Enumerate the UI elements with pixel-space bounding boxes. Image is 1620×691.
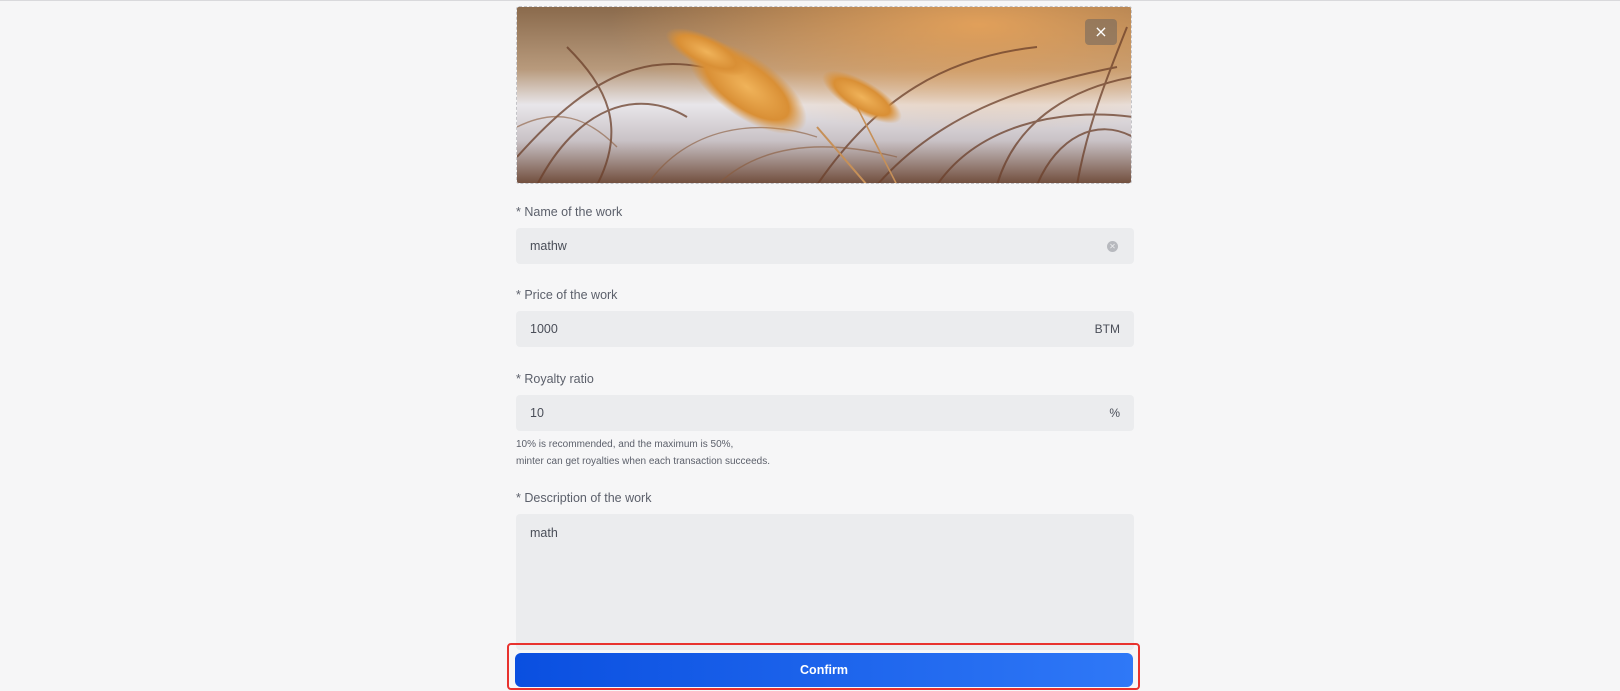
confirm-highlight: Confirm [507, 643, 1140, 690]
cover-photo [517, 7, 1131, 183]
royalty-label: * Royalty ratio [516, 372, 594, 386]
create-work-form: × * Name of the work mathw ✕ * Price of … [516, 6, 1134, 650]
price-input[interactable]: 1000 BTM [516, 311, 1134, 347]
royalty-value[interactable]: 10 [530, 406, 1109, 420]
price-unit: BTM [1094, 322, 1120, 336]
royalty-hint-line-2: minter can get royalties when each trans… [516, 456, 771, 467]
confirm-button[interactable]: Confirm [515, 653, 1133, 687]
close-icon[interactable]: × [1085, 19, 1117, 45]
top-divider [0, 0, 1620, 1]
description-label: * Description of the work [516, 491, 652, 505]
royalty-unit: % [1109, 406, 1120, 420]
price-label: * Price of the work [516, 288, 618, 302]
name-input[interactable]: mathw ✕ [516, 228, 1134, 264]
price-value[interactable]: 1000 [530, 322, 1095, 336]
royalty-input[interactable]: 10 % [516, 395, 1134, 431]
royalty-hint-line-1: 10% is recommended, and the maximum is 5… [516, 439, 734, 450]
royalty-hint: 10% is recommended, and the maximum is 5… [516, 436, 1134, 470]
description-textarea[interactable]: math [516, 514, 1134, 650]
name-label: * Name of the work [516, 205, 623, 219]
cover-image[interactable]: × [516, 6, 1132, 184]
name-value[interactable]: mathw [530, 239, 1107, 253]
clear-circle-icon[interactable]: ✕ [1107, 240, 1118, 252]
